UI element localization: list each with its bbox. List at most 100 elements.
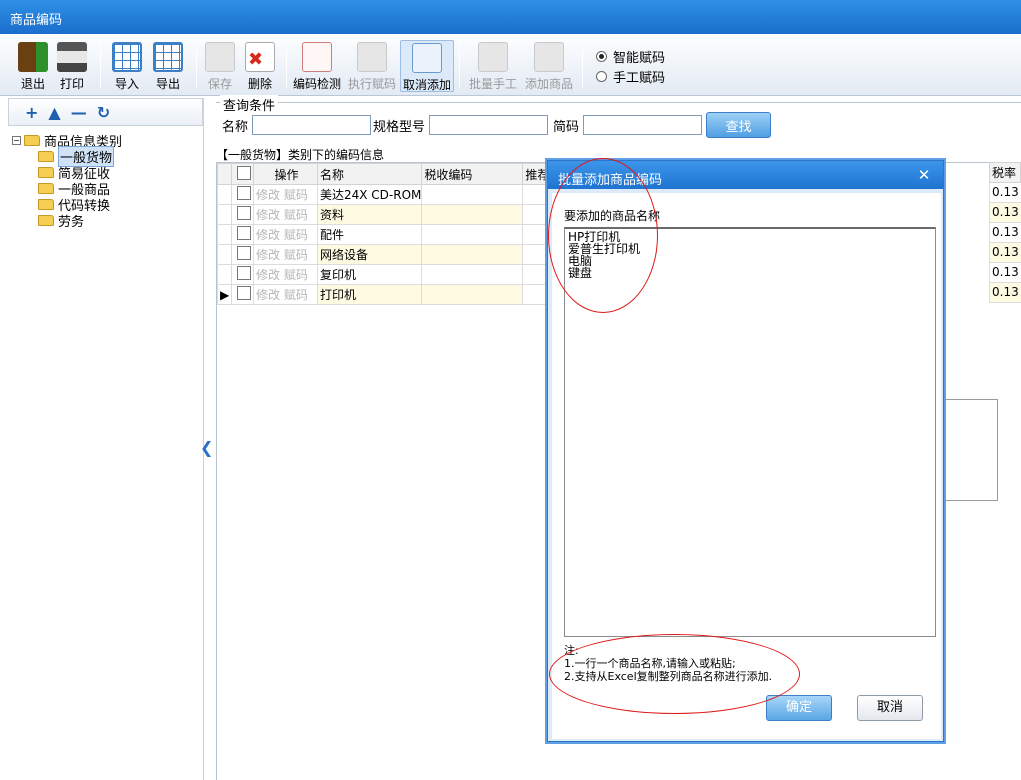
background-panel <box>940 399 998 501</box>
tax-rate-header[interactable]: 税率 <box>989 162 1021 183</box>
row-indicator <box>217 184 232 205</box>
tax-rate-cell: 0.13 <box>989 203 1021 223</box>
tax-code-header[interactable]: 税收编码 <box>421 163 524 185</box>
table-row[interactable]: ▶ 修改 赋码 打印机 <box>217 284 564 305</box>
tax-code-cell <box>421 284 524 305</box>
radio-selected-icon <box>596 50 607 62</box>
table-row[interactable]: 修改 赋码 复印机 <box>217 264 564 285</box>
radio-unselected-icon <box>596 70 607 82</box>
dialog-note: 注: 1.一行一个商品名称,请输入或粘贴; 2.支持从Excel复制整列商品名称… <box>564 644 772 683</box>
tax-code-cell <box>421 184 524 205</box>
note-line-1: 1.一行一个商品名称,请输入或粘贴; <box>564 657 736 670</box>
execute-code-button[interactable]: 执行赋码 <box>345 40 399 92</box>
table-row[interactable]: 修改 赋码 资料 <box>217 204 564 225</box>
ok-button[interactable]: 确定 <box>766 695 832 721</box>
product-names-textarea[interactable]: HP打印机 爱普生打印机 电脑 键盘 <box>564 227 936 637</box>
refresh-icon[interactable]: ↻ <box>97 103 110 122</box>
tree-item-labor[interactable]: 劳务 <box>8 212 203 230</box>
close-icon[interactable]: ✕ <box>911 164 937 186</box>
assign-code-link[interactable]: 赋码 <box>284 288 308 302</box>
import-grid-icon <box>112 42 142 72</box>
tree-toolbar: + ▲ — ↻ <box>8 98 203 126</box>
edit-link[interactable]: 修改 <box>256 208 280 222</box>
edit-link[interactable]: 修改 <box>256 288 280 302</box>
code-mode-radio-group: 智能赋码 手工赋码 <box>596 46 665 86</box>
cancel-button[interactable]: 取消 <box>857 695 923 721</box>
row-checkbox[interactable] <box>236 286 251 300</box>
folder-icon <box>38 150 54 162</box>
tree-item-code-conversion[interactable]: 代码转换 <box>8 196 203 214</box>
add-category-icon[interactable]: + <box>25 103 38 122</box>
assign-code-link[interactable]: 赋码 <box>284 228 308 242</box>
folder-open-icon <box>24 134 40 146</box>
toolbar: 退出 打印 导入 导出 保存 删除 编码检测 执行赋码 取消添加 批量手工 添加… <box>0 34 1021 96</box>
select-all-checkbox[interactable] <box>236 165 251 180</box>
table-row[interactable]: 修改 赋码 配件 <box>217 224 564 245</box>
current-row-arrow-icon: ▶ <box>217 284 232 305</box>
print-button[interactable]: 打印 <box>47 40 97 92</box>
select-all-header <box>231 163 254 185</box>
edit-link[interactable]: 修改 <box>256 188 280 202</box>
short-code-label: 简码 <box>553 119 580 135</box>
row-checkbox[interactable] <box>236 226 251 240</box>
add-product-icon <box>534 42 564 72</box>
spec-search-input[interactable] <box>429 115 549 135</box>
table-row[interactable]: 修改 赋码 美达24X CD-ROM <box>217 184 564 205</box>
panel-collapse-chevron-icon[interactable]: ❮ <box>200 438 213 457</box>
cancel-add-button[interactable]: 取消添加 <box>400 40 454 92</box>
table-row[interactable]: 修改 赋码 网络设备 <box>217 244 564 265</box>
name-header[interactable]: 名称 <box>316 163 423 185</box>
export-grid-icon <box>153 42 183 72</box>
folder-icon <box>38 214 54 226</box>
cancel-add-icon <box>412 43 442 73</box>
tax-rate-cell: 0.13 <box>989 223 1021 243</box>
row-indicator <box>217 224 232 245</box>
remove-category-icon[interactable]: — <box>71 103 87 122</box>
assign-code-link[interactable]: 赋码 <box>284 208 308 222</box>
dialog-title-bar: 批量添加商品编码 ✕ <box>548 161 943 189</box>
folder-icon <box>38 198 54 210</box>
product-name-cell: 打印机 <box>316 284 423 305</box>
tax-rate-cell: 0.13 <box>989 183 1021 203</box>
name-label: 名称 <box>222 119 249 135</box>
search-button[interactable]: 查找 <box>706 112 771 138</box>
grid-title: 【一般货物】类别下的编码信息 <box>216 148 385 162</box>
short-code-search-input[interactable] <box>583 115 703 135</box>
row-indicator <box>217 244 232 265</box>
assign-code-link[interactable]: 赋码 <box>284 188 308 202</box>
category-panel: + ▲ — ↻ − 商品信息类别 一般货物 简易征收 一般商品 代码转换 劳务 <box>8 98 204 780</box>
tax-rate-cell: 0.13 <box>989 243 1021 263</box>
assign-code-link[interactable]: 赋码 <box>284 248 308 262</box>
query-legend: 查询条件 <box>220 95 279 114</box>
batch-manual-button[interactable]: 批量手工 <box>466 40 520 92</box>
printer-icon <box>57 42 87 72</box>
collapse-icon[interactable]: − <box>12 135 21 145</box>
name-search-input[interactable] <box>252 115 372 135</box>
edit-link[interactable]: 修改 <box>256 268 280 282</box>
tax-code-cell <box>421 204 524 225</box>
edit-link[interactable]: 修改 <box>256 228 280 242</box>
tax-code-cell <box>421 264 524 285</box>
op-header: 操作 <box>253 163 318 185</box>
tax-rate-column: 税率 0.13 0.13 0.13 0.13 0.13 0.13 <box>989 162 1021 303</box>
code-check-button[interactable]: 编码检测 <box>290 40 344 92</box>
folder-icon <box>38 166 54 178</box>
assign-code-link[interactable]: 赋码 <box>284 268 308 282</box>
folder-icon <box>38 182 54 194</box>
product-name-cell: 网络设备 <box>316 244 423 265</box>
row-checkbox[interactable] <box>236 186 251 200</box>
delete-button[interactable]: 删除 <box>235 40 285 92</box>
radio-smart-code[interactable]: 智能赋码 <box>596 46 665 66</box>
row-indicator-header <box>217 163 232 185</box>
edit-link[interactable]: 修改 <box>256 248 280 262</box>
tax-code-cell <box>421 224 524 245</box>
batch-manual-icon <box>478 42 508 72</box>
row-checkbox[interactable] <box>236 246 251 260</box>
row-checkbox[interactable] <box>236 266 251 280</box>
export-button[interactable]: 导出 <box>143 40 193 92</box>
add-product-button[interactable]: 添加商品 <box>522 40 576 92</box>
note-line-2: 2.支持从Excel复制整列商品名称进行添加. <box>564 670 773 683</box>
row-checkbox[interactable] <box>236 206 251 220</box>
move-up-icon[interactable]: ▲ <box>48 103 60 122</box>
radio-manual-code[interactable]: 手工赋码 <box>596 66 665 86</box>
